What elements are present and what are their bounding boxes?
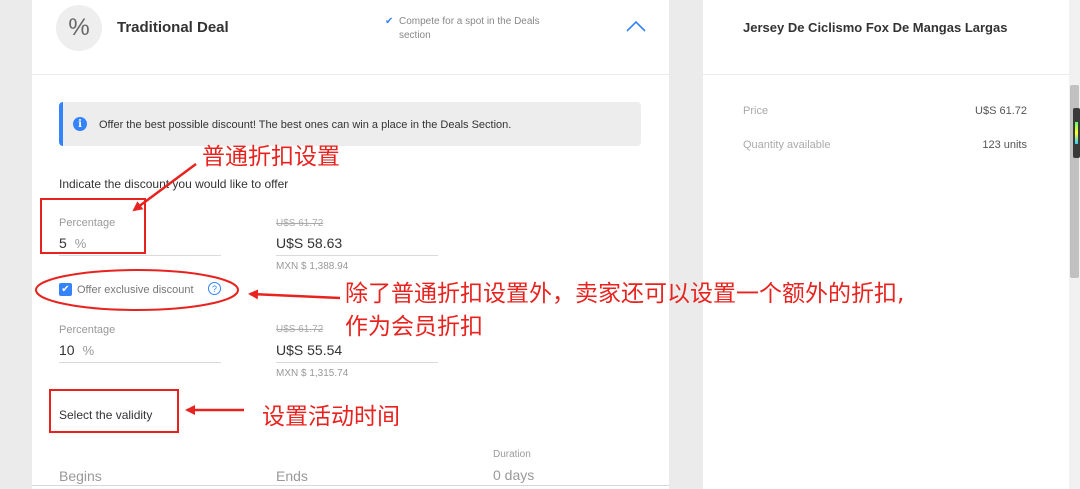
annotation-arrows <box>132 162 341 415</box>
annotation-exclusive-line2: 作为会员折扣 <box>345 314 483 340</box>
annotation-normal-discount: 普通折扣设置 <box>202 144 340 170</box>
annotation-validity: 设置活动时间 <box>262 404 400 430</box>
arrow-to-percentage <box>132 162 197 212</box>
arrow-to-exclusive <box>248 289 341 300</box>
annotation-exclusive-line1: 除了普通折扣设置外，卖家还可以设置一个额外的折扣, <box>345 281 905 307</box>
